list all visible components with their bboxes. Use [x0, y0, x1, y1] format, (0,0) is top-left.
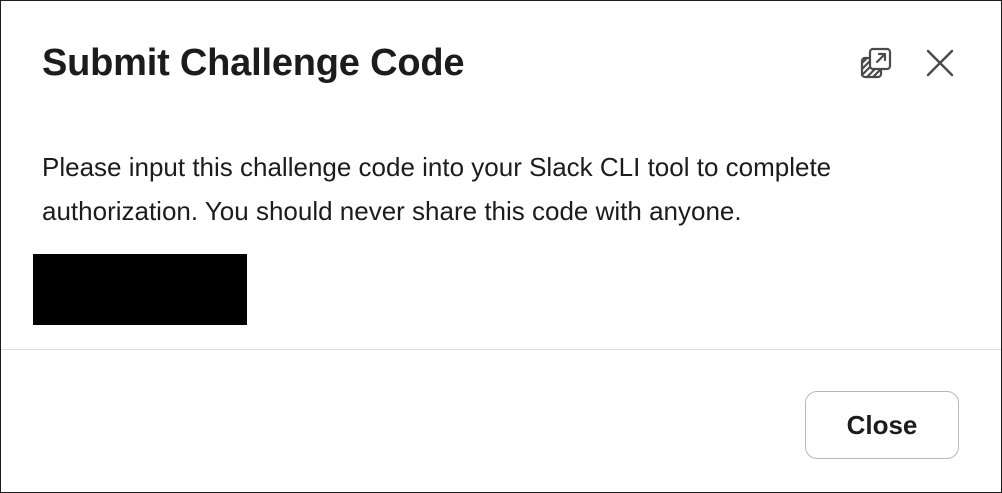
challenge-code-dialog: Submit Challenge Code Please input this … [0, 0, 1002, 493]
close-button[interactable]: Close [805, 391, 959, 459]
dialog-body-text: Please input this challenge code into yo… [42, 152, 832, 226]
popout-button[interactable] [854, 41, 898, 85]
footer-divider [1, 349, 1001, 350]
redacted-challenge-code [33, 254, 247, 325]
dialog-title: Submit Challenge Code [42, 42, 465, 84]
dialog-header: Submit Challenge Code [1, 1, 1001, 125]
popout-icon [858, 45, 894, 81]
close-x-button[interactable] [918, 41, 962, 85]
close-icon [925, 48, 955, 78]
